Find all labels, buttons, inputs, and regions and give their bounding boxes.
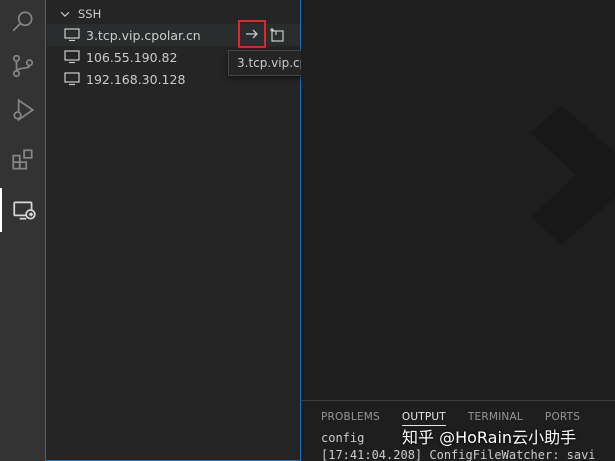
row-actions bbox=[238, 20, 288, 48]
ssh-section-header[interactable]: SSH bbox=[58, 6, 101, 22]
editor-area bbox=[301, 0, 615, 400]
output-line: [17:41:04.208] ConfigFileWatcher: savi bbox=[321, 448, 596, 461]
monitor-icon bbox=[64, 72, 80, 86]
connect-in-current-window-button[interactable] bbox=[238, 20, 266, 48]
host-label: 106.55.190.82 bbox=[86, 49, 178, 65]
connect-in-new-window-button[interactable] bbox=[266, 24, 288, 46]
tab-problems[interactable]: PROBLEMS bbox=[321, 411, 380, 426]
source-control-icon[interactable] bbox=[0, 44, 45, 88]
remote-explorer-icon[interactable] bbox=[0, 188, 45, 232]
chevron-down-icon bbox=[60, 11, 70, 18]
run-debug-icon[interactable] bbox=[0, 88, 45, 132]
host-label: 192.168.30.128 bbox=[86, 71, 186, 87]
watermark-credit: 知乎 @HoRain云小助手 bbox=[402, 428, 577, 447]
monitor-icon bbox=[64, 50, 80, 64]
activity-bar bbox=[0, 0, 45, 461]
vscode-logo-watermark-icon bbox=[531, 105, 615, 245]
arrow-right-icon bbox=[246, 29, 258, 39]
extensions-icon[interactable] bbox=[0, 138, 45, 182]
new-window-icon bbox=[270, 28, 284, 42]
monitor-icon bbox=[64, 28, 80, 42]
host-row[interactable]: 3.tcp.vip.cpolar.cn bbox=[47, 20, 300, 48]
output-line: config bbox=[321, 431, 365, 445]
search-icon[interactable] bbox=[0, 0, 45, 44]
section-title: SSH bbox=[78, 7, 102, 21]
host-label: 3.tcp.vip.cpolar.cn bbox=[86, 27, 201, 43]
